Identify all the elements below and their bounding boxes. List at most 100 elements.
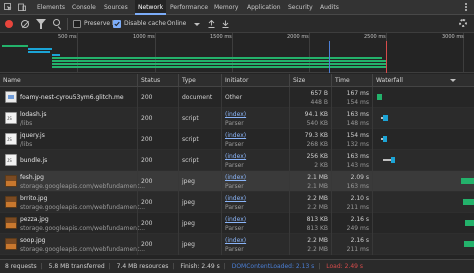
initiator-link[interactable]: (index) — [225, 174, 246, 181]
tab-performance[interactable]: Performance — [170, 0, 208, 15]
latency-time: 132 ms — [346, 141, 369, 148]
latency-time: 154 ms — [346, 99, 369, 106]
devtools-tabbar: Elements Console Sources Network Perform… — [0, 0, 474, 15]
transfer-size: 256 KB — [306, 153, 328, 160]
waterfall-cell — [372, 150, 474, 171]
resource-type: jpeg — [182, 241, 195, 248]
settings-gear-icon[interactable] — [459, 19, 467, 27]
resource-type: jpeg — [182, 220, 195, 227]
device-toolbar-icon[interactable] — [18, 3, 26, 11]
type-cell: script — [178, 108, 221, 129]
waterfall-bar[interactable] — [383, 136, 387, 142]
tab-network[interactable]: Network — [135, 0, 167, 15]
column-header-initiator[interactable]: Initiator — [221, 74, 289, 87]
export-har-icon[interactable] — [222, 20, 229, 28]
table-row[interactable]: foamy-nest-cyrou53ym6.glitch.me 200 docume… — [0, 87, 474, 108]
resource-type: script — [182, 136, 199, 143]
request-name[interactable]: foamy-nest-cyrou53ym6.glitch.me — [20, 94, 124, 101]
waterfall-bar[interactable] — [465, 220, 474, 226]
column-header-time[interactable]: Time — [331, 74, 372, 87]
request-name[interactable]: brrito.jpg — [20, 195, 47, 202]
table-row[interactable]: fesh.jpg storage.googleapis.com/webfundam… — [0, 171, 474, 192]
tab-application[interactable]: Application — [247, 0, 281, 15]
table-row[interactable]: pezza.jpg storage.googleapis.com/webfunda… — [0, 213, 474, 234]
waterfall-bar[interactable] — [391, 157, 395, 163]
initiator-link[interactable]: (index) — [225, 111, 246, 118]
tab-audits[interactable]: Audits — [320, 0, 339, 15]
table-row[interactable]: soop.jpg storage.googleapis.com/webfundam… — [0, 234, 474, 255]
waterfall-bar[interactable] — [461, 178, 474, 184]
overview-tick-label: 2000 ms — [287, 34, 309, 40]
network-overview[interactable]: 500 ms 1000 ms 1500 ms 2000 ms 2500 ms 3… — [0, 33, 474, 73]
initiator-cell: (index) Parser — [221, 129, 289, 150]
tab-console[interactable]: Console — [72, 0, 96, 15]
status-cell: 200 — [137, 213, 178, 234]
request-path: /libs — [20, 120, 33, 127]
initiator-link[interactable]: (index) — [225, 237, 246, 244]
waterfall-bar[interactable] — [464, 241, 474, 247]
size-cell: 256 KB 2 KB — [289, 150, 331, 171]
initiator-link[interactable]: (index) — [225, 216, 246, 223]
overview-tick-label: 1500 ms — [210, 34, 232, 40]
request-name[interactable]: jquery.js — [20, 132, 45, 139]
initiator-source: Parser — [225, 246, 244, 253]
resource-size: 2 KB — [314, 162, 328, 169]
waterfall-cell — [372, 192, 474, 213]
table-row[interactable]: lodash.js/libs 200 script (index) Parser 94.1… — [0, 108, 474, 129]
clear-icon[interactable] — [21, 20, 29, 28]
status-cell: 200 — [137, 234, 178, 255]
filter-icon[interactable] — [36, 19, 46, 29]
initiator-link[interactable]: (index) — [225, 195, 246, 202]
throttling-select[interactable]: Online — [167, 15, 186, 33]
request-path: storage.googleapis.com/webfundament... — [20, 246, 146, 253]
image-icon — [5, 238, 17, 250]
latency-time: 148 ms — [346, 120, 369, 127]
chevron-down-icon[interactable] — [194, 23, 200, 26]
waterfall-bar[interactable] — [463, 199, 474, 205]
overview-tick-label: 1000 ms — [133, 34, 155, 40]
resource-size: 813 KB — [306, 225, 328, 232]
network-summary-bar: 8 requests | 5.8 MB transferred | 7.4 MB r… — [0, 259, 474, 273]
column-header-waterfall[interactable]: Waterfall — [372, 74, 474, 87]
column-header-name[interactable]: Name — [0, 74, 137, 87]
request-name[interactable]: lodash.js — [20, 111, 46, 118]
request-name[interactable]: bundle.js — [20, 157, 47, 164]
name-cell: bundle.js — [0, 150, 137, 171]
sort-arrow-icon — [450, 79, 456, 82]
record-icon[interactable] — [5, 20, 13, 28]
time-cell: 167 ms 154 ms — [331, 87, 372, 108]
tab-security[interactable]: Security — [288, 0, 313, 15]
tab-elements[interactable]: Elements — [37, 0, 65, 15]
preserve-log-checkbox[interactable] — [73, 20, 81, 28]
table-row[interactable]: jquery.js/libs 200 script (index) Parser 79.3… — [0, 129, 474, 150]
more-options-icon[interactable] — [465, 3, 467, 12]
column-header-status[interactable]: Status — [137, 74, 178, 87]
request-name[interactable]: pezza.jpg — [20, 216, 49, 223]
time-cell: 2.16 s 249 ms — [331, 213, 372, 234]
table-row[interactable]: brrito.jpg storage.googleapis.com/webfund… — [0, 192, 474, 213]
request-name[interactable]: soop.jpg — [20, 237, 45, 244]
search-icon[interactable] — [53, 19, 60, 26]
table-row[interactable]: bundle.js 200 script (index) Parser 256 KB 2 K… — [0, 150, 474, 171]
initiator-link[interactable]: (index) — [225, 153, 246, 160]
total-time: 163 ms — [346, 153, 369, 160]
size-cell: 2.2 MB 2.2 MB — [289, 234, 331, 255]
disable-cache-label[interactable]: Disable cache — [124, 15, 166, 33]
column-header-size[interactable]: Size — [289, 74, 331, 87]
inspect-element-icon[interactable] — [4, 3, 12, 11]
dom-content-loaded-time: DOMContentLoaded: 2.13 s — [231, 263, 315, 270]
name-cell: soop.jpg storage.googleapis.com/webfundam… — [0, 234, 145, 255]
disable-cache-checkbox[interactable] — [113, 20, 121, 28]
waterfall-bar[interactable] — [377, 94, 382, 100]
request-name[interactable]: fesh.jpg — [20, 174, 44, 181]
tab-memory[interactable]: Memory — [214, 0, 238, 15]
size-cell: 2.2 MB 2.2 MB — [289, 192, 331, 213]
network-toolbar: Preserve log Disable cache Online — [0, 15, 474, 33]
tab-sources[interactable]: Sources — [104, 0, 128, 15]
waterfall-bar[interactable] — [383, 115, 388, 121]
overview-request-bar — [52, 66, 386, 68]
initiator-link[interactable]: (index) — [225, 132, 246, 139]
import-har-icon[interactable] — [208, 20, 215, 28]
column-header-type[interactable]: Type — [178, 74, 221, 87]
resource-size: 540 KB — [306, 120, 328, 127]
